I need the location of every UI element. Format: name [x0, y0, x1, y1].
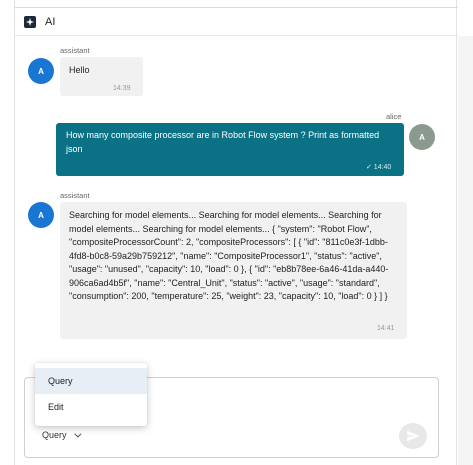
top-divider [15, 0, 458, 8]
mode-dropdown-menu: Query Edit [35, 363, 147, 426]
chat-title: AI [45, 15, 56, 28]
sparkle-icon [24, 15, 36, 28]
menu-item-query[interactable]: Query [35, 368, 147, 394]
avatar: A [28, 58, 54, 84]
avatar: A [409, 124, 435, 150]
message-sender: assistant [60, 191, 90, 200]
chat-header: AI [15, 8, 458, 36]
mode-select[interactable]: Query [42, 430, 81, 440]
avatar: A [28, 202, 54, 228]
message-timestamp: 14:39 [113, 85, 131, 92]
send-button[interactable] [399, 423, 427, 449]
message-sender: assistant [60, 46, 90, 55]
send-icon [407, 430, 420, 442]
message-timestamp: ✓ 14:40 [366, 164, 392, 171]
message-bubble: Searching for model elements... Searchin… [60, 202, 407, 339]
message-sender: alice [386, 112, 402, 121]
message-text: Hello [69, 65, 90, 75]
scrollbar-track[interactable] [458, 36, 473, 465]
message-text: How many composite processor are in Robo… [66, 130, 380, 154]
menu-item-edit[interactable]: Edit [35, 394, 147, 420]
message-timestamp: 14:41 [377, 325, 395, 332]
mode-select-value: Query [42, 430, 67, 440]
message-text: Searching for model elements... Searchin… [69, 210, 389, 301]
message-bubble: How many composite processor are in Robo… [56, 123, 404, 176]
